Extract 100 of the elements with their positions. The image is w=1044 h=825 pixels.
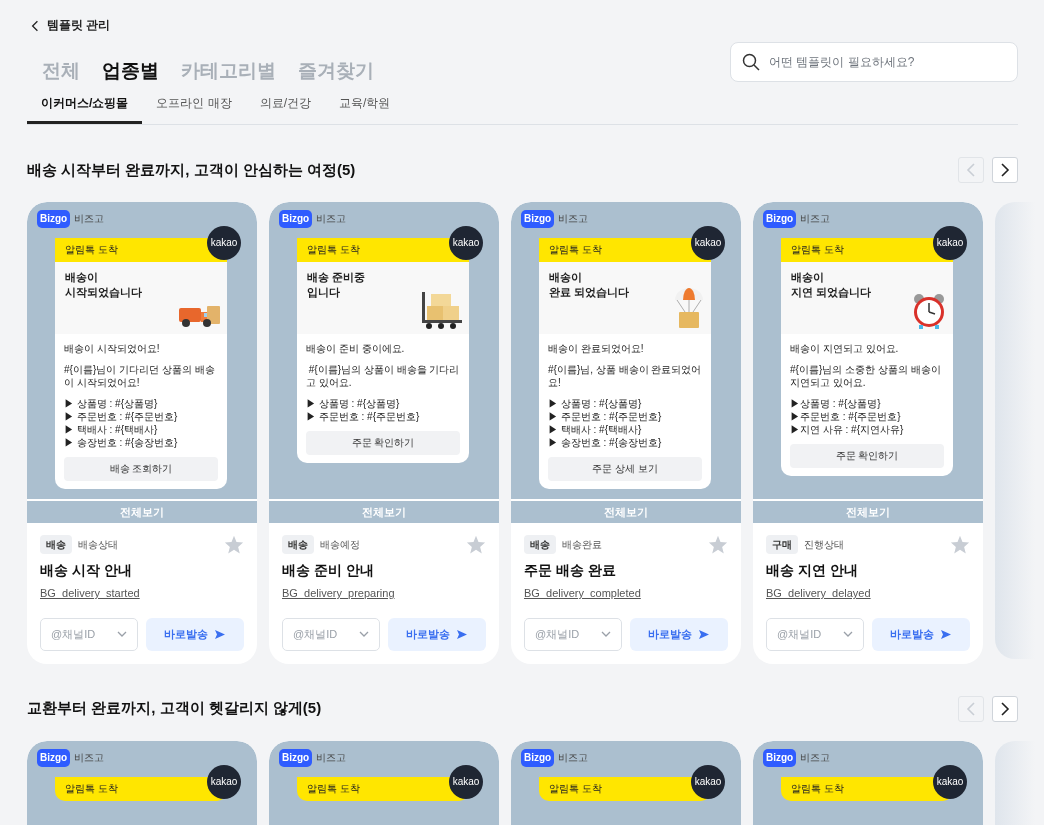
sender-name: 비즈고	[316, 212, 347, 227]
search-field[interactable]: 어떤 템플릿이 필요하세요?	[730, 42, 1018, 83]
send-button[interactable]: 바로발송	[630, 617, 728, 651]
sender-name: 비즈고	[558, 212, 589, 227]
category-tag: 배송	[282, 535, 314, 554]
category-tab[interactable]: 업종별	[102, 57, 159, 86]
sender-logo: Bizgo	[763, 748, 797, 767]
message-field: ▶ 주문번호 : #{주문번호}	[64, 409, 218, 423]
chevron-right-icon	[1000, 162, 1010, 177]
message-field: ▶ 주문번호 : #{주문번호}	[548, 409, 702, 423]
message-text: 배송이 지연되고 있어요.	[790, 341, 900, 355]
industry-tab[interactable]: 오프라인 매장	[142, 93, 246, 124]
action-button[interactable]: 주문 확인하기	[790, 443, 944, 468]
message-field: ▶ 송장번호 : #{송장번호}	[64, 435, 218, 449]
template-code-link[interactable]: BG_delivery_delayed	[766, 585, 970, 602]
kakao-badge: kakao	[933, 764, 967, 799]
send-icon	[214, 628, 226, 640]
sender-logo: Bizgo	[279, 209, 313, 228]
search-icon	[742, 53, 760, 72]
message-field: ▶ 택배사 : #{택배사}	[64, 422, 218, 436]
sender-logo: Bizgo	[763, 209, 797, 228]
action-button[interactable]: 주문 상세 보기	[548, 456, 702, 481]
star-icon[interactable]	[466, 535, 486, 554]
category-tab[interactable]: 즐겨찾기	[298, 57, 374, 86]
chevron-left-icon	[966, 701, 976, 716]
template-name: 배송 시작 안내	[40, 561, 133, 580]
category-tab[interactable]: 전체	[42, 57, 80, 86]
section-title: 배송 시작부터 완료까지, 고객이 안심하는 여정(5)	[27, 159, 356, 180]
kakao-badge: kakao	[691, 225, 725, 260]
parachute-box-icon	[673, 285, 705, 330]
sender-name: 비즈고	[74, 751, 105, 765]
message-field: ▶ 송장번호 : #{송장번호}	[548, 435, 702, 449]
send-button[interactable]: 바로발송	[872, 617, 970, 651]
sender-logo: Bizgo	[37, 209, 71, 228]
kakao-badge: kakao	[933, 225, 967, 260]
message-text: 배송이 시작되었어요!	[64, 341, 161, 355]
category-tab[interactable]: 카테고리별	[181, 57, 276, 86]
kakao-badge: kakao	[691, 764, 725, 799]
bubble-title: 배송 준비중 입니다	[307, 269, 367, 300]
next-button[interactable]	[992, 695, 1018, 722]
action-button[interactable]: 배송 조회하기	[64, 456, 218, 481]
template-code-link[interactable]: BG_delivery_preparing	[282, 585, 486, 602]
chevron-down-icon	[843, 631, 853, 637]
chevron-down-icon	[359, 631, 369, 637]
template-name: 배송 준비 안내	[282, 561, 375, 580]
sender-name: 비즈고	[74, 212, 105, 227]
star-icon[interactable]	[950, 535, 970, 554]
chevron-down-icon	[601, 631, 611, 637]
send-icon	[698, 628, 710, 640]
sender-logo: Bizgo	[279, 748, 313, 767]
status-label: 배송완료	[562, 538, 602, 552]
channel-select[interactable]: @채널ID	[282, 617, 380, 651]
template-name: 배송 지연 안내	[766, 561, 859, 580]
category-tag: 구매	[766, 535, 798, 554]
channel-select[interactable]: @채널ID	[40, 617, 138, 651]
kakao-badge: kakao	[207, 764, 241, 799]
industry-tab[interactable]: 이커머스/쇼핑몰	[27, 93, 143, 124]
status-label: 진행상태	[804, 538, 844, 552]
action-button[interactable]: 주문 확인하기	[306, 430, 460, 455]
message-field: ▶ 택배사 : #{택배사}	[548, 422, 702, 436]
channel-select[interactable]: @채널ID	[524, 617, 622, 651]
send-icon	[456, 628, 468, 640]
message-field: ▶지연 사유 : #{지연사유}	[790, 422, 944, 436]
industry-tab[interactable]: 교육/학원	[325, 93, 405, 124]
template-code-link[interactable]: BG_delivery_started	[40, 585, 244, 602]
message-text: 배송이 준비 중이에요.	[306, 341, 406, 355]
sender-name: 비즈고	[800, 751, 831, 765]
status-label: 배송예정	[320, 538, 360, 552]
next-button[interactable]	[992, 156, 1018, 183]
bubble-title: 배송이 지연 되었습니다	[791, 269, 873, 300]
back-icon	[31, 18, 39, 33]
star-icon[interactable]	[224, 535, 244, 554]
industry-tab[interactable]: 의료/건강	[245, 93, 326, 124]
template-name: 주문 배송 완료	[524, 561, 617, 580]
message-field: ▶ 상품명 : #{상품명}	[64, 396, 218, 410]
star-icon[interactable]	[708, 535, 728, 554]
kakao-badge: kakao	[449, 764, 483, 799]
status-label: 배송상태	[78, 538, 118, 552]
sender-logo: Bizgo	[521, 748, 555, 767]
template-code-link[interactable]: BG_delivery_completed	[524, 585, 728, 602]
send-button[interactable]: 바로발송	[146, 617, 244, 651]
message-field: ▶ 주문번호 : #{주문번호}	[306, 409, 460, 423]
channel-select[interactable]: @채널ID	[766, 617, 864, 651]
message-field: ▶주문번호 : #{주문번호}	[790, 409, 944, 423]
chevron-left-icon	[966, 162, 976, 177]
send-button[interactable]: 바로발송	[388, 617, 486, 651]
category-tag: 배송	[524, 535, 556, 554]
sender-name: 비즈고	[558, 751, 589, 765]
message-text: 배송이 완료되었어요!	[548, 341, 645, 355]
send-icon	[940, 628, 952, 640]
message-field: ▶ 상품명 : #{상품명}	[306, 396, 460, 410]
alarm-clock-icon	[911, 291, 947, 330]
page-title[interactable]: 템플릿 관리	[47, 17, 111, 35]
kakao-badge: kakao	[449, 225, 483, 260]
bubble-title: 배송이 완료 되었습니다	[549, 269, 631, 300]
chevron-right-icon	[1000, 701, 1010, 716]
hand-truck-icon	[419, 289, 463, 330]
chevron-down-icon	[117, 631, 127, 637]
message-field: ▶상품명 : #{상품명}	[790, 396, 944, 410]
message-text: #{이름}님의 상품이 배송을 기다리고 있어요.	[306, 362, 460, 389]
